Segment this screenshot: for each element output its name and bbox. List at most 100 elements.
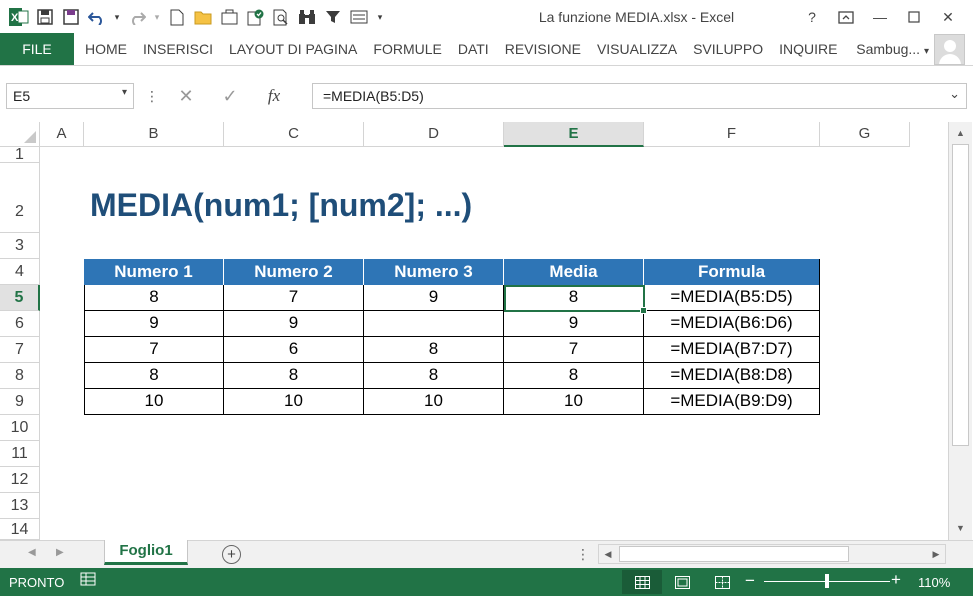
tab-split-grip-icon[interactable]: ⋮ — [576, 546, 590, 563]
undo-icon[interactable] — [86, 6, 108, 28]
sheet-prev-icon[interactable]: ◀ — [28, 547, 36, 558]
table-cell[interactable]: 8 — [364, 363, 504, 389]
table-header-cell[interactable]: Media — [504, 259, 644, 285]
table-cell[interactable]: 10 — [504, 389, 644, 415]
minimize-button[interactable]: — — [865, 6, 895, 28]
sheet-next-icon[interactable]: ▶ — [56, 547, 64, 558]
formula-input[interactable]: =MEDIA(B5:D5) ⌄ — [312, 83, 967, 109]
column-header-b[interactable]: B — [84, 122, 224, 147]
column-header-a[interactable]: A — [40, 122, 84, 147]
excel-app-icon[interactable]: X — [8, 6, 30, 28]
macro-recording-icon[interactable] — [80, 572, 96, 590]
avatar[interactable] — [934, 34, 965, 65]
tab-inquire[interactable]: INQUIRE — [771, 33, 845, 65]
table-cell[interactable]: 7 — [504, 337, 644, 363]
zoom-slider-knob[interactable] — [825, 574, 829, 588]
spelling-check-icon[interactable] — [244, 6, 266, 28]
filter-icon[interactable] — [322, 6, 344, 28]
enter-formula-button[interactable]: ✓ — [208, 86, 252, 107]
table-cell[interactable]: 8 — [84, 285, 224, 311]
table-cell[interactable]: =MEDIA(B6:D6) — [644, 311, 820, 337]
row-header-6[interactable]: 6 — [0, 311, 40, 337]
table-header-cell[interactable]: Formula — [644, 259, 820, 285]
tab-inserisci[interactable]: INSERISCI — [135, 33, 221, 65]
row-header-14[interactable]: 14 — [0, 519, 40, 540]
vertical-scrollbar[interactable]: ▲ ▼ — [948, 122, 972, 540]
open-folder-icon[interactable] — [192, 6, 214, 28]
ribbon-display-options-icon[interactable] — [831, 6, 861, 28]
row-header-11[interactable]: 11 — [0, 441, 40, 467]
table-cell[interactable]: =MEDIA(B5:D5) — [644, 285, 820, 311]
redo-icon[interactable] — [126, 6, 148, 28]
undo-dropdown-icon[interactable]: ▾ — [112, 6, 122, 28]
row-header-10[interactable]: 10 — [0, 415, 40, 441]
page-break-view-icon[interactable] — [702, 570, 742, 594]
expand-formula-bar-icon[interactable]: ⌄ — [949, 86, 960, 102]
column-header-c[interactable]: C — [224, 122, 364, 147]
table-cell[interactable]: 8 — [364, 337, 504, 363]
table-cell[interactable]: 8 — [84, 363, 224, 389]
zoom-level[interactable]: 110% — [918, 575, 950, 590]
tab-visualizza[interactable]: VISUALIZZA — [589, 33, 685, 65]
help-button[interactable]: ? — [797, 6, 827, 28]
column-header-e[interactable]: E — [504, 122, 644, 147]
row-header-9[interactable]: 9 — [0, 389, 40, 415]
print-preview-icon[interactable] — [270, 6, 292, 28]
table-header-cell[interactable]: Numero 3 — [364, 259, 504, 285]
name-box[interactable]: E5 ▾ — [6, 83, 134, 109]
horizontal-scroll-thumb[interactable] — [619, 546, 849, 562]
row-header-13[interactable]: 13 — [0, 493, 40, 519]
sheet-tab-foglio1[interactable]: Foglio1 — [104, 540, 188, 565]
share-icon[interactable] — [218, 6, 240, 28]
scroll-down-icon[interactable]: ▼ — [953, 521, 968, 536]
tab-dati[interactable]: DATI — [450, 33, 497, 65]
select-all-corner[interactable] — [0, 122, 40, 147]
table-cell[interactable]: 10 — [364, 389, 504, 415]
table-cell[interactable]: 10 — [224, 389, 364, 415]
table-cell[interactable]: =MEDIA(B7:D7) — [644, 337, 820, 363]
tab-home[interactable]: HOME — [77, 33, 135, 65]
cancel-formula-button[interactable]: ✕ — [164, 86, 208, 107]
table-header-cell[interactable]: Numero 2 — [224, 259, 364, 285]
table-cell[interactable]: 9 — [224, 311, 364, 337]
find-binoculars-icon[interactable] — [296, 6, 318, 28]
zoom-in-button[interactable]: + — [891, 570, 901, 590]
customize-toolbar-icon[interactable]: ▾ — [374, 6, 386, 28]
row-header-5[interactable]: 5 — [0, 285, 40, 311]
new-document-icon[interactable] — [166, 6, 188, 28]
table-cell[interactable]: 10 — [84, 389, 224, 415]
table-cell[interactable]: 8 — [504, 285, 644, 311]
user-account[interactable]: Sambug... ▾ — [856, 41, 929, 57]
horizontal-scrollbar[interactable]: ◀ ▶ — [598, 544, 946, 564]
save-icon[interactable] — [34, 6, 56, 28]
redo-dropdown-icon[interactable]: ▾ — [152, 6, 162, 28]
tab-layout-di-pagina[interactable]: LAYOUT DI PAGINA — [221, 33, 365, 65]
row-header-7[interactable]: 7 — [0, 337, 40, 363]
zoom-out-button[interactable]: − — [745, 571, 755, 591]
insert-function-button[interactable]: fx — [252, 86, 296, 106]
row-header-3[interactable]: 3 — [0, 233, 40, 259]
column-header-f[interactable]: F — [644, 122, 820, 147]
save-as-icon[interactable] — [60, 6, 82, 28]
scroll-left-icon[interactable]: ◀ — [601, 547, 615, 561]
row-header-12[interactable]: 12 — [0, 467, 40, 493]
name-box-dropdown-icon[interactable]: ▾ — [122, 87, 127, 98]
add-sheet-button[interactable]: + — [222, 545, 241, 564]
table-cell[interactable]: =MEDIA(B9:D9) — [644, 389, 820, 415]
formula-bar-grip-icon[interactable]: ⋮ — [140, 88, 164, 105]
tab-formule[interactable]: FORMULE — [365, 33, 449, 65]
scroll-up-icon[interactable]: ▲ — [953, 126, 968, 141]
maximize-button[interactable] — [899, 6, 929, 28]
close-button[interactable]: ✕ — [933, 6, 963, 28]
table-cell[interactable]: 7 — [84, 337, 224, 363]
file-tab[interactable]: FILE — [0, 33, 74, 65]
table-cell[interactable] — [364, 311, 504, 337]
table-cell[interactable]: 9 — [504, 311, 644, 337]
table-header-cell[interactable]: Numero 1 — [84, 259, 224, 285]
sheet-title[interactable]: MEDIA(num1; [num2]; ...) — [90, 187, 472, 224]
vertical-scroll-thumb[interactable] — [952, 144, 969, 446]
row-header-8[interactable]: 8 — [0, 363, 40, 389]
tab-revisione[interactable]: REVISIONE — [497, 33, 589, 65]
tab-sviluppo[interactable]: SVILUPPO — [685, 33, 771, 65]
column-header-d[interactable]: D — [364, 122, 504, 147]
